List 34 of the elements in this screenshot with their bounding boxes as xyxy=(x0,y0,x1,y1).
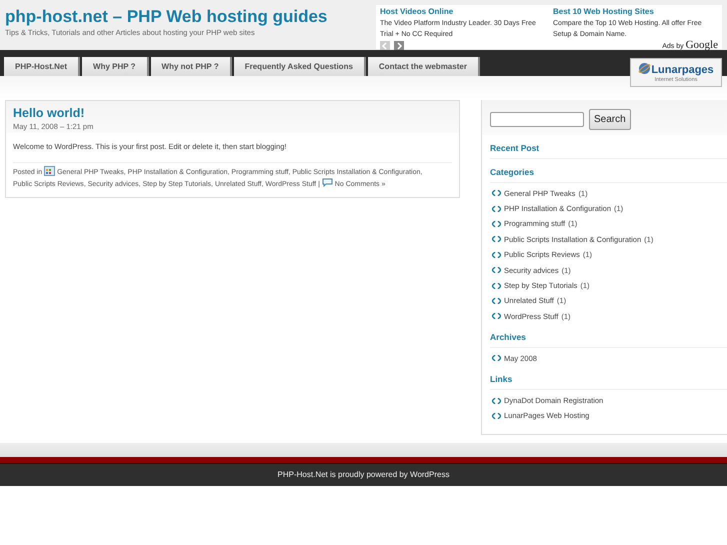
category-icon xyxy=(44,166,56,176)
arrows-icon xyxy=(492,190,501,196)
arrows-icon xyxy=(492,298,501,304)
footer-link[interactable]: WordPress xyxy=(410,470,450,479)
previous-icon[interactable] xyxy=(380,41,390,51)
site-title[interactable]: php-host.net – PHP Web hosting guides xyxy=(5,8,328,27)
arrows-icon xyxy=(492,282,501,289)
post-title[interactable]: Hello world! xyxy=(13,107,452,121)
arrows-icon xyxy=(492,236,501,242)
ad-title[interactable]: Host Videos Online xyxy=(380,6,545,18)
section-heading: Categories xyxy=(490,166,727,182)
search-field[interactable] xyxy=(490,112,584,127)
search-button[interactable]: Search xyxy=(589,109,631,130)
arrows-icon xyxy=(492,220,501,227)
globe-icon xyxy=(638,62,652,75)
nav-tab[interactable]: Why PHP ? xyxy=(82,57,149,76)
section-heading: Links xyxy=(490,373,727,390)
section-heading: Archives xyxy=(490,331,727,348)
nav-tab[interactable]: Why not PHP ? xyxy=(150,57,232,76)
section-heading: Recent Post xyxy=(490,142,727,159)
arrows-icon xyxy=(492,206,501,212)
arrows-icon xyxy=(492,355,501,362)
ad-title[interactable]: Best 10 Web Hosting Sites xyxy=(553,6,718,18)
nav-tab[interactable]: Contact the webmaster xyxy=(368,57,480,76)
footer-text: PHP-Host.Net is proudly powered by WordPress xyxy=(278,469,450,481)
arrows-icon xyxy=(492,398,501,404)
comment-icon xyxy=(322,178,333,188)
nav-tab[interactable]: Frequently Asked Questions xyxy=(234,57,366,76)
nav-tab[interactable]: PHP-Host.Net xyxy=(4,57,80,76)
next-icon[interactable] xyxy=(394,41,404,51)
arrows-icon xyxy=(492,313,501,320)
arrows-icon xyxy=(492,267,501,274)
arrows-icon xyxy=(492,412,501,419)
arrows-icon xyxy=(492,252,501,258)
